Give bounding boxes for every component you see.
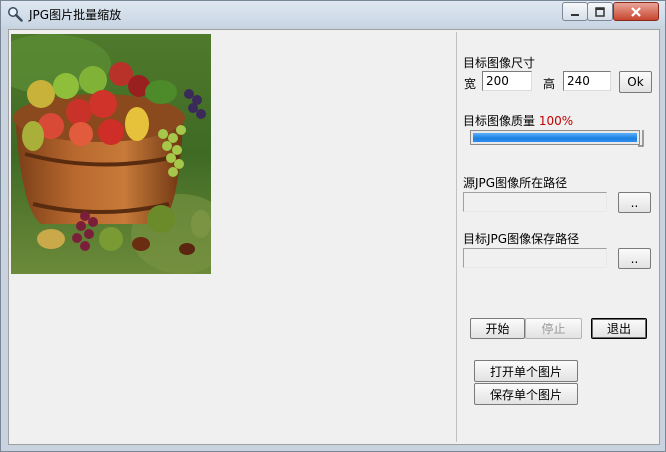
ok-button[interactable]: Ok [619, 71, 652, 93]
image-preview [11, 34, 211, 274]
quality-value: 100% [538, 114, 574, 128]
maximize-icon [595, 6, 605, 17]
start-button[interactable]: 开始 [470, 318, 525, 339]
close-icon [631, 6, 641, 17]
magnifier-icon [8, 7, 23, 22]
exit-button[interactable]: 退出 [591, 318, 647, 339]
save-path-field[interactable] [463, 248, 607, 268]
height-label: 高 [543, 77, 556, 91]
minimize-button[interactable] [562, 2, 588, 21]
width-label: 宽 [464, 77, 477, 91]
title-bar[interactable]: JPG图片批量缩放 [1, 1, 665, 27]
app-window: JPG图片批量缩放 目标图像尺寸 宽 200 高 240 Ok 目标图像质量 1… [0, 0, 666, 452]
quality-heading-text: 目标图像质量 [463, 114, 536, 128]
open-single-image-button[interactable]: 打开单个图片 [474, 360, 578, 382]
window-title: JPG图片批量缩放 [29, 8, 122, 22]
source-browse-button[interactable]: .. [618, 192, 651, 213]
image-canvas [11, 32, 457, 442]
target-size-heading: 目标图像尺寸 [463, 56, 536, 70]
save-path-heading: 目标JPG图像保存路径 [463, 232, 580, 246]
minimize-icon [571, 13, 579, 16]
save-browse-button[interactable]: .. [618, 248, 651, 269]
maximize-button[interactable] [587, 2, 613, 21]
quality-slider[interactable] [470, 130, 640, 145]
stop-button[interactable]: 停止 [525, 318, 582, 339]
width-input[interactable] [482, 71, 532, 91]
quality-heading: 目标图像质量 100% [463, 112, 573, 129]
client-area: 目标图像尺寸 宽 高 Ok 目标图像质量 100% 源JPG图像所在路径 .. … [8, 29, 660, 445]
height-input[interactable] [563, 71, 611, 91]
close-button[interactable] [613, 2, 659, 21]
slider-thumb-icon[interactable] [637, 128, 645, 148]
save-single-image-button[interactable]: 保存单个图片 [474, 383, 578, 405]
source-path-heading: 源JPG图像所在路径 [463, 176, 568, 190]
fruit-basket-photo-icon [11, 34, 211, 274]
quality-slider-fill [473, 133, 637, 142]
source-path-field[interactable] [463, 192, 607, 212]
